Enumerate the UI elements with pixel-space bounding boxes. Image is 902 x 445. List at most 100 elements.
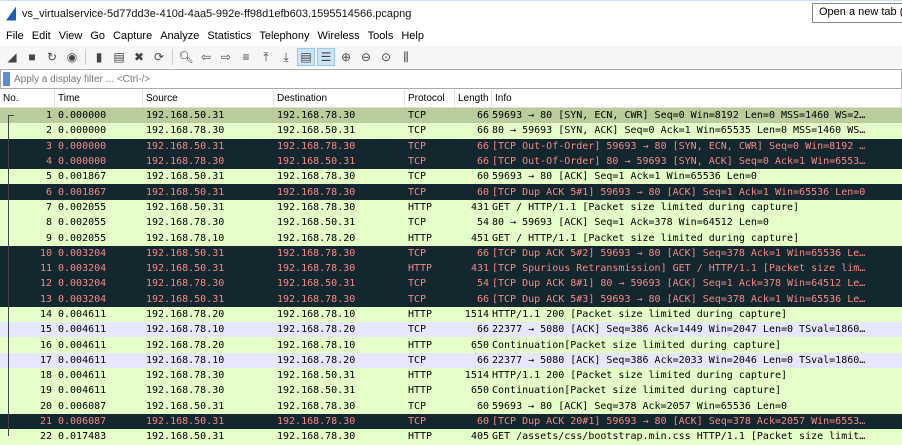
last-packet-icon: ⤓ — [283, 49, 289, 64]
packet-row[interactable]: 14 0.004611 192.168.78.20 192.168.78.10 HTTP… — [0, 306, 902, 323]
packet-row[interactable]: 4 0.000000 192.168.78.30 192.168.50.31 TCP 66… — [0, 153, 902, 170]
packet-row[interactable]: 12 0.003204 192.168.78.30 192.168.50.31 TCP 5… — [0, 276, 902, 292]
packet-source: 192.168.78.30 — [146, 278, 225, 290]
packet-row[interactable]: 5 0.001867 192.168.50.31 192.168.78.30 TCP 60… — [0, 169, 902, 185]
packet-info: [TCP Out-Of-Order] 80 → 59693 [SYN, ACK]… — [492, 156, 866, 168]
packet-protocol: HTTP — [408, 232, 433, 244]
packet-protocol: HTTP — [408, 201, 433, 213]
packet-protocol: TCP — [408, 400, 427, 412]
zoom-in-button[interactable]: ⊕ — [337, 48, 355, 66]
packet-length: 650 — [470, 385, 489, 397]
packet-row[interactable]: 9 0.002055 192.168.78.10 192.168.78.20 HTTP 4… — [0, 230, 902, 246]
start-capture-button[interactable]: ◢ — [3, 48, 21, 66]
packet-row[interactable]: 16 0.004611 192.168.78.20 192.168.78.10 HTTP… — [0, 337, 902, 353]
zoom-out-button[interactable]: ⊖ — [357, 48, 375, 66]
stop-capture-button[interactable]: ■ — [23, 48, 41, 66]
column-header-no[interactable]: No. — [0, 90, 55, 107]
column-header-destination[interactable]: Destination — [274, 90, 405, 107]
toolbar-separator — [172, 49, 173, 65]
menu-tools[interactable]: Tools — [365, 30, 399, 42]
packet-destination: 192.168.78.10 — [277, 309, 356, 320]
open-file-button[interactable]: ▮ — [90, 48, 108, 66]
menu-wireless[interactable]: Wireless — [315, 30, 365, 42]
packet-length: 431 — [470, 263, 489, 275]
column-header-info[interactable]: Info — [492, 90, 902, 107]
packet-info: 59693 → 80 [ACK] Seq=1 Ack=1 Win=65536 L… — [492, 171, 757, 183]
normal-size-button[interactable]: ⊙ — [377, 48, 395, 66]
packet-protocol: TCP — [408, 354, 427, 366]
packet-info: Continuation[Packet size limited during … — [492, 339, 781, 351]
packet-info: 22377 → 5080 [ACK] Seq=386 Ack=1449 Win=… — [492, 324, 866, 336]
menu-file[interactable]: File — [3, 30, 29, 42]
packet-row[interactable]: 8 0.002055 192.168.78.30 192.168.50.31 TCP 54… — [0, 215, 902, 231]
auto-scroll-button[interactable]: ▤ — [297, 48, 315, 66]
column-header-length[interactable]: Length — [455, 90, 492, 107]
packet-source: 192.168.78.10 — [146, 232, 225, 244]
packet-row[interactable]: 3 0.000000 192.168.50.31 192.168.78.30 TCP 66… — [0, 138, 902, 154]
packet-time: 0.004611 — [58, 370, 107, 382]
packet-length: 66 — [476, 140, 489, 152]
packet-protocol: TCP — [408, 416, 427, 428]
capture-options-button[interactable]: ◉ — [63, 48, 81, 66]
packet-source: 192.168.50.31 — [146, 293, 225, 305]
packet-row[interactable]: 7 0.002055 192.168.50.31 192.168.78.30 HTTP 4… — [0, 199, 902, 216]
packet-destination: 192.168.78.20 — [277, 324, 356, 336]
go-to-packet-button[interactable]: ≡ — [237, 48, 255, 66]
packet-destination: 192.168.78.30 — [277, 416, 356, 428]
packet-info: [TCP Spurious Retransmission] GET / HTTP… — [492, 263, 866, 275]
display-filter-bar[interactable]: Apply a display filter ... <Ctrl-/> — [0, 69, 902, 89]
go-back-button[interactable]: ⇦ — [197, 48, 215, 66]
wireshark-logo-icon — [6, 6, 16, 21]
new-tab-button[interactable]: Open a new tab (Ctrl+T) — [812, 3, 902, 23]
packet-protocol: TCP — [408, 278, 427, 290]
menu-go[interactable]: Go — [87, 30, 110, 42]
packet-destination: 192.168.78.20 — [277, 232, 356, 244]
menu-statistics[interactable]: Statistics — [204, 30, 256, 42]
packet-length: 405 — [470, 431, 489, 443]
packet-row[interactable]: 2 0.000000 192.168.78.30 192.168.50.31 TCP 66… — [0, 123, 902, 139]
packet-protocol: TCP — [408, 217, 427, 229]
restart-capture-button[interactable]: ↻ — [43, 48, 61, 66]
packet-row[interactable]: 15 0.004611 192.168.78.10 192.168.78.20 TCP 6… — [0, 322, 902, 338]
last-packet-button[interactable]: ⤓ — [277, 48, 295, 66]
first-packet-button[interactable]: ⤒ — [257, 48, 275, 66]
menu-capture[interactable]: Capture — [110, 30, 157, 42]
menu-help[interactable]: Help — [398, 30, 429, 42]
resize-columns-button[interactable]: ⫼ — [397, 48, 415, 66]
close-file-button[interactable]: ✖ — [130, 48, 148, 66]
display-filter-input[interactable]: Apply a display filter ... <Ctrl-/> — [14, 74, 150, 85]
packet-row[interactable]: 13 0.003204 192.168.50.31 192.168.78.30 TCP 6… — [0, 291, 902, 307]
menu-view[interactable]: View — [56, 30, 88, 42]
colorize-button[interactable]: ☰ — [317, 48, 335, 66]
packet-row[interactable]: 22 0.017483 192.168.50.31 192.168.78.30 HTTP… — [0, 429, 902, 445]
packet-row[interactable]: 6 0.001867 192.168.50.31 192.168.78.30 TCP 60… — [0, 184, 902, 200]
column-header-source[interactable]: Source — [143, 90, 274, 107]
find-packet-button[interactable]: 🔍︎ — [177, 48, 195, 66]
normal-size-icon: ⊙ — [380, 50, 392, 64]
column-header-protocol[interactable]: Protocol — [405, 90, 455, 107]
packet-row[interactable]: 10 0.003204 192.168.50.31 192.168.78.30 TCP 6… — [0, 245, 902, 261]
window-title: vs_virtualservice-5d77dd3e-410d-4aa5-992… — [22, 7, 412, 20]
packet-info: 59693 → 80 [SYN, ECN, CWR] Seq=0 Win=819… — [492, 110, 866, 122]
packet-row[interactable]: 18 0.004611 192.168.78.30 192.168.50.31 HTTP… — [0, 368, 902, 384]
packet-row[interactable]: 1 0.000000 192.168.50.31 192.168.78.30 TCP 66… — [0, 108, 902, 124]
reload-file-button[interactable]: ⟳ — [150, 48, 168, 66]
packet-destination: 192.168.50.31 — [277, 385, 356, 397]
packet-row[interactable]: 11 0.003204 192.168.50.31 192.168.78.30 HTTP… — [0, 260, 902, 277]
go-forward-button[interactable]: ⇨ — [217, 48, 235, 66]
bookmark-icon[interactable] — [3, 72, 10, 86]
packet-length: 60 — [476, 400, 489, 412]
column-header-time[interactable]: Time — [55, 90, 143, 107]
save-file-button[interactable]: ▤ — [110, 48, 128, 66]
packet-row[interactable]: 21 0.006087 192.168.50.31 192.168.78.30 TCP 6… — [0, 413, 902, 430]
packet-source: 192.168.78.10 — [146, 324, 225, 336]
packet-row[interactable]: 19 0.004611 192.168.78.30 192.168.50.31 HTTP… — [0, 383, 902, 399]
menu-edit[interactable]: Edit — [29, 30, 56, 42]
menu-telephony[interactable]: Telephony — [256, 30, 314, 42]
packet-row[interactable]: 17 0.004611 192.168.78.10 192.168.78.20 TCP 6… — [0, 352, 902, 369]
packet-time: 0.001867 — [58, 171, 107, 183]
packet-info: [TCP Dup ACK 5#2] 59693 → 80 [ACK] Seq=3… — [492, 247, 866, 259]
menu-analyze[interactable]: Analyze — [157, 30, 204, 42]
packet-row[interactable]: 20 0.006087 192.168.50.31 192.168.78.30 TCP 6… — [0, 398, 902, 414]
close-file-icon: ✖ — [133, 50, 145, 64]
